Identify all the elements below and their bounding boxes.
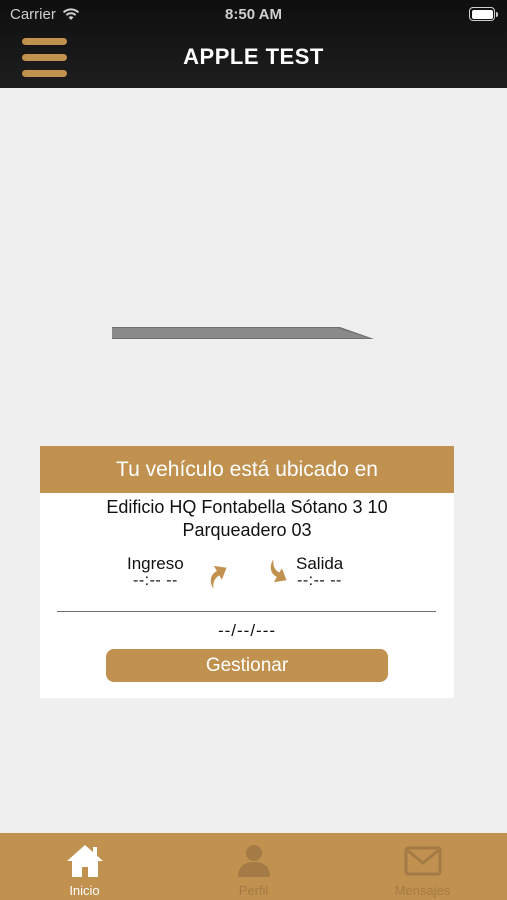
tab-profile[interactable]: Perfil: [169, 833, 338, 900]
tab-label-home: Inicio: [69, 883, 100, 898]
location-building: Edificio HQ Fontabella Sótano 3 10: [106, 497, 388, 517]
top-bar: Carrier 8:50 AM APPLE TEST: [0, 0, 507, 88]
date-value: --/--/---: [217, 621, 277, 640]
times-section: Ingreso --:-- -- Salida --:-- --: [40, 554, 454, 614]
entry-arrow-icon: [210, 565, 227, 588]
tab-messages[interactable]: Mensajes: [338, 833, 507, 900]
home-icon: [66, 845, 103, 877]
status-time: 8:50 AM: [225, 6, 282, 23]
vehicle-image: [112, 327, 374, 339]
tab-label-profile: Perfil: [238, 883, 269, 898]
page-title: APPLE TEST: [183, 44, 324, 69]
card-header: Tu vehículo está ubicado en: [40, 446, 454, 493]
vehicle-location-card: Tu vehículo está ubicado en Edificio HQ …: [40, 446, 454, 698]
exit-arrow-icon: [270, 560, 287, 583]
tab-label-messages: Mensajes: [394, 883, 451, 898]
location-text: Edificio HQ Fontabella Sótano 3 10 Parqu…: [40, 496, 454, 542]
salida-value: --:-- --: [297, 572, 342, 589]
envelope-icon: [404, 846, 441, 876]
manage-button[interactable]: Gestionar: [106, 649, 388, 682]
ingreso-value: --:-- --: [133, 572, 178, 589]
battery-icon: [469, 7, 498, 21]
status-bar: Carrier 8:50 AM: [0, 0, 507, 30]
tab-home[interactable]: Inicio: [0, 833, 169, 900]
salida-label: Salida: [296, 554, 344, 573]
tab-bar: Inicio Perfil Mensajes: [0, 833, 507, 900]
divider: [57, 611, 436, 612]
ingreso-label: Ingreso: [127, 554, 184, 573]
person-icon: [237, 845, 270, 877]
location-parking: Parqueadero 03: [182, 520, 312, 540]
